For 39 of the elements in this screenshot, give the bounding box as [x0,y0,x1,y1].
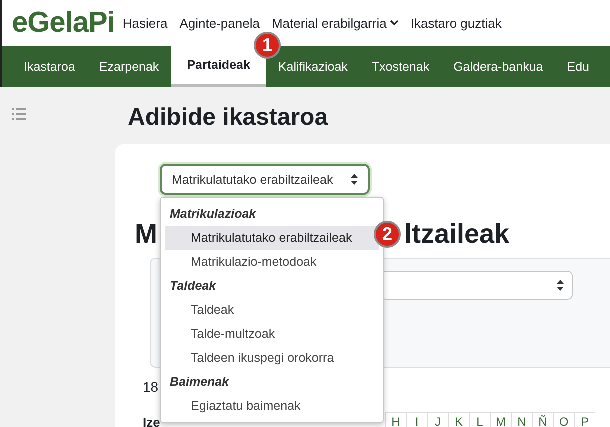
letter-link[interactable]: O [553,412,574,427]
name-filter-label: Ize [143,414,162,427]
header-link[interactable]: Ikastaro guztiak [410,16,502,30]
nav-tab[interactable]: Txostenak [360,46,442,87]
filter-select[interactable] [381,271,573,300]
menu-group-label: Taldeak [169,278,218,295]
header-link[interactable]: Aginte-panela [180,16,260,30]
menu-item[interactable]: Egiaztatu baimenak [165,394,379,418]
menu-item[interactable]: Matrikulatutako erabiltzaileak [165,226,379,250]
header-link[interactable]: Hasiera [122,16,168,30]
letter-link[interactable]: H [385,412,406,427]
letter-link[interactable]: Ñ [532,412,553,427]
menu-item[interactable]: Talde-multzoak [165,322,379,346]
sort-arrows-icon [351,174,358,185]
drawer-toggle-icon[interactable] [12,108,26,120]
letter-link[interactable]: J [427,412,448,427]
page-select[interactable]: Matrikulatutako erabiltzaileak [160,164,370,195]
letter-link[interactable]: I [406,412,427,427]
menu-item[interactable]: Taldeen ikuspegi orokorra [165,346,379,370]
participant-count: 18 [143,378,159,396]
section-heading: ltzaileak [404,218,510,250]
letter-link[interactable]: M [490,412,511,427]
menu-group-label: Baimenak [169,374,230,391]
nav-tab[interactable]: Ikastaroa [12,46,88,87]
letter-link[interactable]: K [448,412,469,427]
section-heading: M [135,218,158,250]
letter-link[interactable]: L [469,412,490,427]
header-link[interactable]: Material erabilgarria [272,16,399,30]
menu-group-label: Matrikulazioak [169,206,258,223]
menu-item[interactable]: Taldeak [165,298,379,322]
menu-item[interactable]: Matrikulazio-metodoak [165,250,379,274]
nav-tab[interactable]: Edu [555,46,602,87]
nav-tab[interactable]: Galdera-bankua [442,46,556,87]
nav-tab[interactable]: Ezarpenak [87,46,172,87]
page-title: Adibide ikastaroa [128,103,330,133]
letter-link[interactable]: N [511,412,532,427]
letter-link[interactable]: P [574,412,595,427]
sort-arrows-icon [557,280,564,291]
site-logo[interactable]: eGelaPi [12,6,115,40]
